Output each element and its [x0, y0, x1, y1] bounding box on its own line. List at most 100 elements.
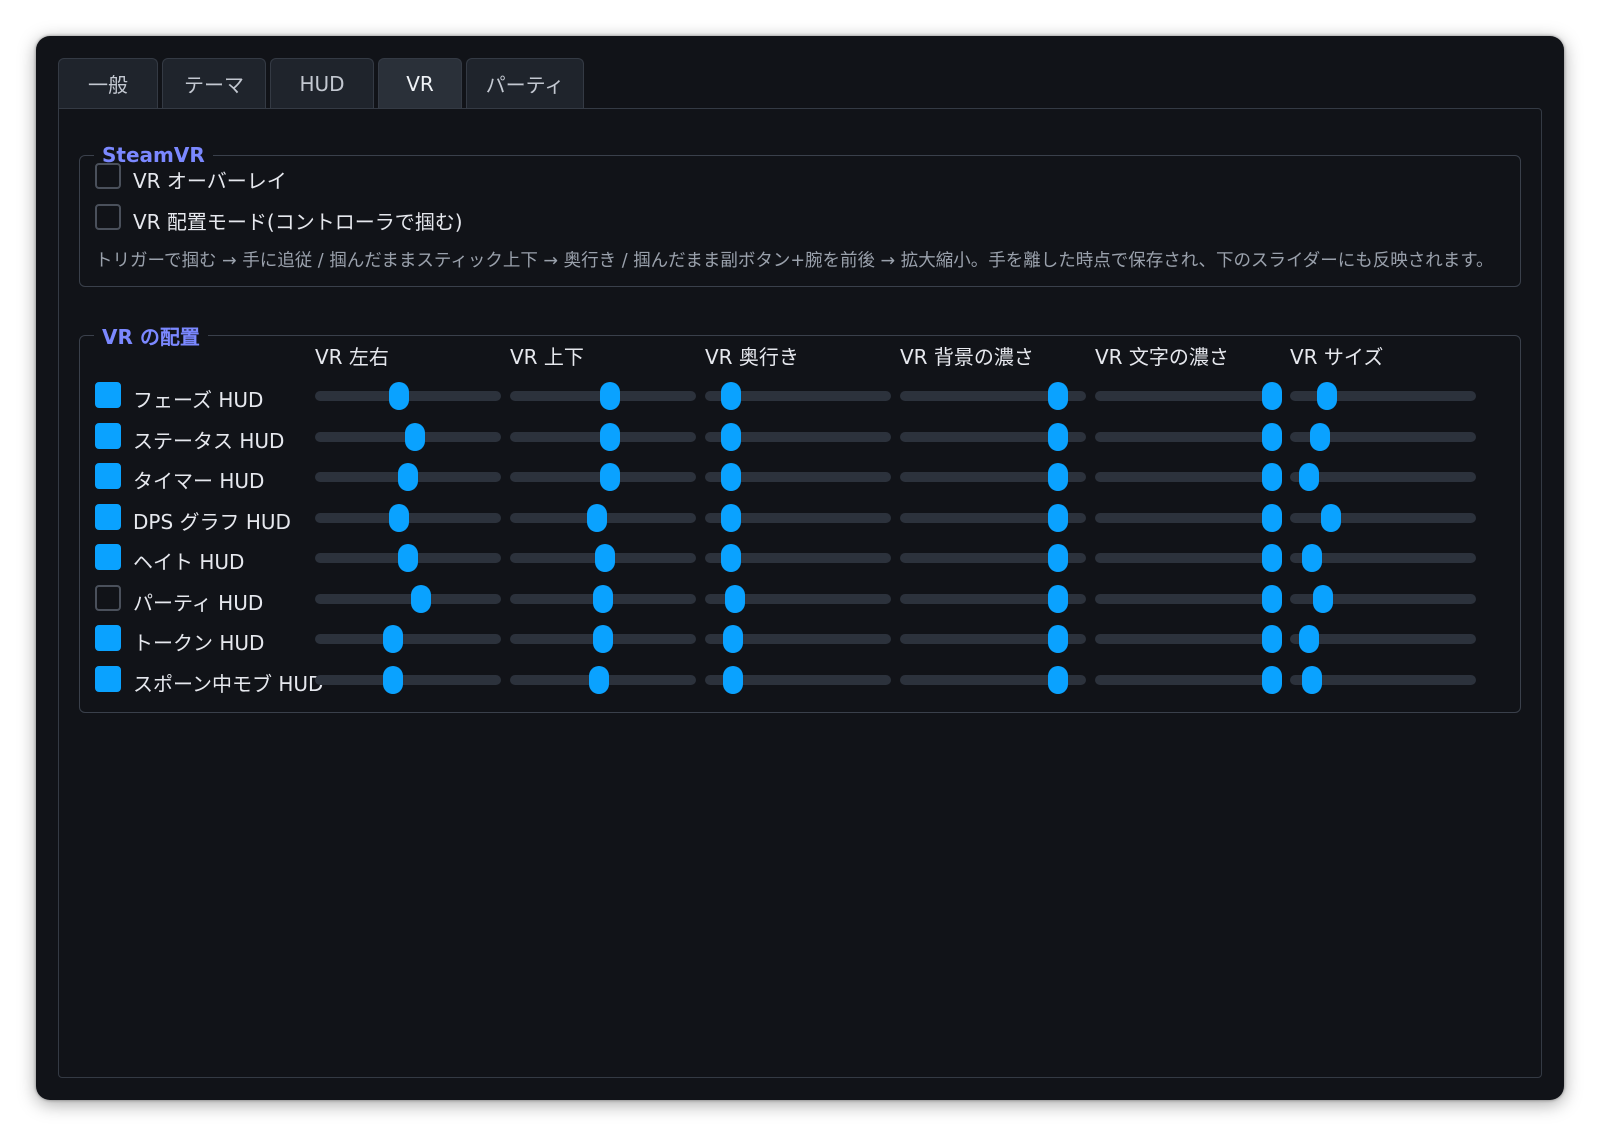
hud-slider-track[interactable]	[1290, 665, 1476, 694]
hud-slider-thumb[interactable]	[1298, 463, 1319, 491]
hud-slider-thumb[interactable]	[587, 503, 608, 532]
hud-slider-thumb[interactable]	[721, 463, 742, 491]
hud-slider-thumb[interactable]	[398, 463, 418, 491]
hud-row-checkbox[interactable]	[95, 665, 121, 692]
hud-slider-track[interactable]	[900, 665, 1086, 694]
hud-slider-thumb[interactable]	[1261, 422, 1282, 451]
hud-slider-track[interactable]	[1290, 503, 1476, 532]
hud-slider-thumb[interactable]	[398, 544, 418, 572]
hud-slider-track[interactable]	[900, 463, 1086, 491]
hud-slider-track[interactable]	[1290, 463, 1476, 491]
hud-slider-thumb[interactable]	[405, 422, 426, 451]
hud-slider-thumb[interactable]	[721, 544, 742, 572]
hud-slider-track[interactable]	[315, 584, 501, 613]
hud-slider-track[interactable]	[315, 503, 501, 532]
hud-slider-thumb[interactable]	[721, 422, 742, 451]
hud-slider-thumb[interactable]	[388, 382, 409, 410]
hud-slider-thumb[interactable]	[593, 584, 613, 613]
hud-slider-track[interactable]	[510, 665, 696, 694]
hud-row-checkbox[interactable]	[95, 544, 121, 570]
hud-slider-thumb[interactable]	[1298, 625, 1319, 653]
hud-slider-thumb[interactable]	[1048, 544, 1069, 572]
hud-slider-thumb[interactable]	[383, 625, 404, 653]
hud-slider-track[interactable]	[315, 463, 501, 491]
hud-slider-thumb[interactable]	[1261, 544, 1282, 572]
hud-slider-track[interactable]	[1095, 422, 1282, 451]
hud-slider-track[interactable]	[315, 544, 501, 572]
hud-slider-thumb[interactable]	[1320, 503, 1341, 532]
hud-row-checkbox[interactable]	[95, 584, 121, 611]
hud-slider-thumb[interactable]	[1048, 665, 1069, 694]
hud-slider-track[interactable]	[705, 382, 891, 410]
vr-overlay-checkbox[interactable]	[95, 163, 121, 189]
hud-slider-thumb[interactable]	[1261, 503, 1282, 532]
hud-slider-track[interactable]	[315, 665, 501, 694]
hud-slider-thumb[interactable]	[594, 544, 615, 572]
hud-slider-thumb[interactable]	[724, 584, 745, 613]
hud-slider-track[interactable]	[1095, 584, 1282, 613]
hud-slider-thumb[interactable]	[600, 422, 621, 451]
hud-slider-thumb[interactable]	[1261, 665, 1282, 694]
hud-slider-thumb[interactable]	[383, 665, 404, 694]
hud-slider-track[interactable]	[705, 665, 891, 694]
hud-slider-track[interactable]	[900, 503, 1086, 532]
hud-slider-track[interactable]	[705, 584, 891, 613]
hud-slider-thumb[interactable]	[1313, 584, 1334, 613]
hud-slider-track[interactable]	[1095, 463, 1282, 491]
hud-slider-thumb[interactable]	[600, 382, 621, 410]
hud-slider-track[interactable]	[510, 584, 696, 613]
hud-slider-thumb[interactable]	[1302, 544, 1323, 572]
hud-slider-thumb[interactable]	[1302, 665, 1323, 694]
hud-slider-thumb[interactable]	[1261, 625, 1282, 653]
vr-placement-mode-checkbox[interactable]	[95, 204, 121, 230]
hud-row-checkbox[interactable]	[95, 625, 121, 651]
hud-slider-thumb[interactable]	[589, 665, 610, 694]
hud-slider-track[interactable]	[510, 625, 696, 653]
hud-slider-track[interactable]	[1095, 503, 1282, 532]
hud-slider-track[interactable]	[705, 422, 891, 451]
hud-slider-thumb[interactable]	[1261, 463, 1282, 491]
hud-slider-thumb[interactable]	[593, 625, 613, 653]
hud-slider-track[interactable]	[510, 463, 696, 491]
hud-slider-track[interactable]	[705, 544, 891, 572]
hud-slider-thumb[interactable]	[721, 503, 742, 532]
hud-slider-track[interactable]	[1290, 422, 1476, 451]
hud-slider-track[interactable]	[705, 625, 891, 653]
hud-slider-track[interactable]	[900, 544, 1086, 572]
hud-slider-track[interactable]	[900, 584, 1086, 613]
hud-slider-thumb[interactable]	[600, 463, 621, 491]
hud-slider-track[interactable]	[510, 503, 696, 532]
hud-slider-track[interactable]	[900, 382, 1086, 410]
tab-party[interactable]: パーティ	[466, 58, 584, 108]
hud-slider-thumb[interactable]	[1048, 382, 1069, 410]
hud-slider-track[interactable]	[315, 422, 501, 451]
hud-slider-track[interactable]	[1290, 584, 1476, 613]
hud-row-checkbox[interactable]	[95, 503, 121, 530]
tab-vr[interactable]: VR	[378, 58, 462, 108]
tab-theme[interactable]: テーマ	[162, 58, 266, 108]
hud-slider-thumb[interactable]	[1261, 382, 1282, 410]
hud-slider-track[interactable]	[1095, 625, 1282, 653]
hud-slider-track[interactable]	[1290, 382, 1476, 410]
hud-slider-track[interactable]	[705, 463, 891, 491]
hud-slider-track[interactable]	[900, 625, 1086, 653]
hud-slider-thumb[interactable]	[722, 665, 743, 694]
hud-slider-thumb[interactable]	[1048, 422, 1069, 451]
hud-slider-thumb[interactable]	[1048, 625, 1069, 653]
hud-slider-thumb[interactable]	[1317, 382, 1338, 410]
tab-hud[interactable]: HUD	[270, 58, 374, 108]
hud-slider-track[interactable]	[1290, 625, 1476, 653]
tab-general[interactable]: 一般	[58, 58, 158, 108]
hud-slider-thumb[interactable]	[1309, 422, 1330, 451]
hud-slider-track[interactable]	[1290, 544, 1476, 572]
hud-slider-thumb[interactable]	[1261, 584, 1282, 613]
hud-row-checkbox[interactable]	[95, 382, 121, 408]
hud-slider-track[interactable]	[510, 544, 696, 572]
hud-slider-track[interactable]	[1095, 382, 1282, 410]
hud-slider-track[interactable]	[510, 382, 696, 410]
hud-slider-track[interactable]	[510, 422, 696, 451]
hud-slider-thumb[interactable]	[722, 625, 743, 653]
hud-slider-thumb[interactable]	[1048, 503, 1069, 532]
hud-slider-track[interactable]	[705, 503, 891, 532]
hud-slider-track[interactable]	[315, 625, 501, 653]
